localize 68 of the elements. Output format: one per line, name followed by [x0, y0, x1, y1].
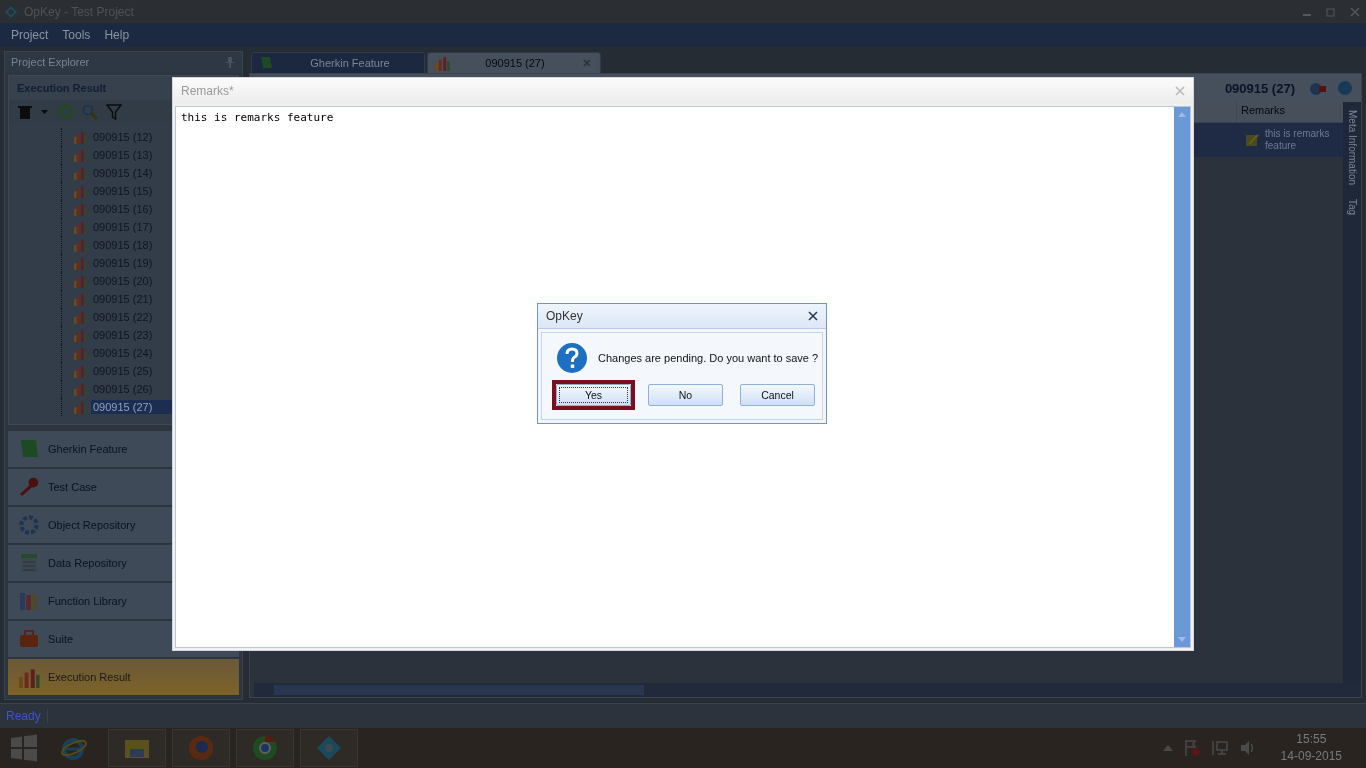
tab[interactable]: 090915 (27) — [427, 52, 601, 73]
caret-up-icon[interactable] — [1162, 745, 1173, 751]
bar-chart-icon — [73, 292, 87, 306]
table-cell-text: this is remarks feature — [1265, 128, 1331, 152]
scroll-up-icon[interactable] — [1178, 112, 1186, 117]
gear-icon — [18, 514, 40, 536]
bar-chart-icon — [73, 346, 87, 360]
side-tab[interactable]: Tag — [1346, 199, 1358, 216]
search-icon[interactable] — [82, 104, 98, 120]
bar-chart-icon — [73, 130, 87, 144]
remarks-text: this is remarks feature — [181, 111, 334, 124]
bar-chart-icon — [73, 220, 87, 234]
tab-label: 090915 (27) — [484, 57, 546, 69]
question-icon — [556, 342, 588, 374]
dialog-button[interactable]: Yes — [556, 384, 631, 406]
bar-chart-icon — [73, 400, 87, 414]
clock[interactable]: 15:55 14-09-2015 — [1280, 731, 1342, 765]
diamond-app-icon[interactable] — [315, 734, 343, 762]
scroll-down-icon[interactable] — [1178, 637, 1186, 642]
fox-globe-icon[interactable] — [187, 734, 215, 762]
menu-item[interactable]: Help — [97, 26, 137, 44]
scroll-icon — [258, 55, 274, 71]
key-icon — [18, 476, 40, 498]
bar-chart-icon — [73, 166, 87, 180]
bar-chart-icon — [73, 274, 87, 288]
restore-icon[interactable] — [1326, 6, 1336, 17]
bar-chart-icon — [73, 382, 87, 396]
vertical-scrollbar[interactable] — [1174, 107, 1190, 647]
app-logo-icon — [4, 4, 18, 19]
tab[interactable]: Gherkin Feature — [251, 52, 425, 73]
note-pencil-icon — [1245, 133, 1259, 147]
document-title: 090915 (27) — [1224, 80, 1295, 96]
window-title: Remarks* — [181, 84, 234, 98]
status-text: Ready — [0, 709, 48, 723]
side-tab[interactable]: Meta Information — [1346, 110, 1358, 186]
bar-chart-icon — [73, 364, 87, 378]
dialog-message: Changes are pending. Do you want to save ? — [598, 352, 819, 364]
books-icon — [18, 590, 40, 612]
bar-chart-icon — [73, 184, 87, 198]
flag-error-icon[interactable] — [1182, 739, 1201, 757]
bar-chart-icon — [73, 202, 87, 216]
menu-item[interactable]: Tools — [55, 26, 98, 44]
bar-chart-icon — [18, 666, 40, 688]
spreadsheet-icon — [18, 552, 40, 574]
caret-icon[interactable] — [41, 109, 48, 115]
menu-item[interactable]: Project — [4, 26, 56, 44]
close-icon[interactable] — [808, 311, 818, 321]
network-icon[interactable] — [1210, 739, 1229, 757]
bar-chart-icon — [73, 328, 87, 342]
dialog-button[interactable]: Cancel — [740, 384, 815, 406]
bar-chart-icon — [73, 256, 87, 270]
pin-icon[interactable] — [226, 56, 234, 68]
start-icon[interactable] — [10, 734, 38, 762]
briefcase-icon — [18, 628, 40, 650]
scroll-icon — [18, 438, 40, 460]
horizontal-scrollbar[interactable] — [254, 683, 1361, 697]
bar-chart-icon — [73, 148, 87, 162]
bar-chart-icon — [434, 55, 450, 71]
filter-icon[interactable] — [106, 104, 122, 120]
dialog-title: OpKey — [546, 309, 583, 323]
trash-icon[interactable] — [17, 104, 33, 120]
panel-title: Project Explorer — [11, 56, 90, 68]
round-browser-icon[interactable] — [251, 734, 279, 762]
bar-chart-icon — [73, 238, 87, 252]
dialog-button[interactable]: No — [648, 384, 723, 406]
nav-item[interactable]: Execution Result — [8, 659, 239, 696]
bar-chart-icon — [73, 310, 87, 324]
tab-label: Gherkin Feature — [309, 57, 391, 69]
